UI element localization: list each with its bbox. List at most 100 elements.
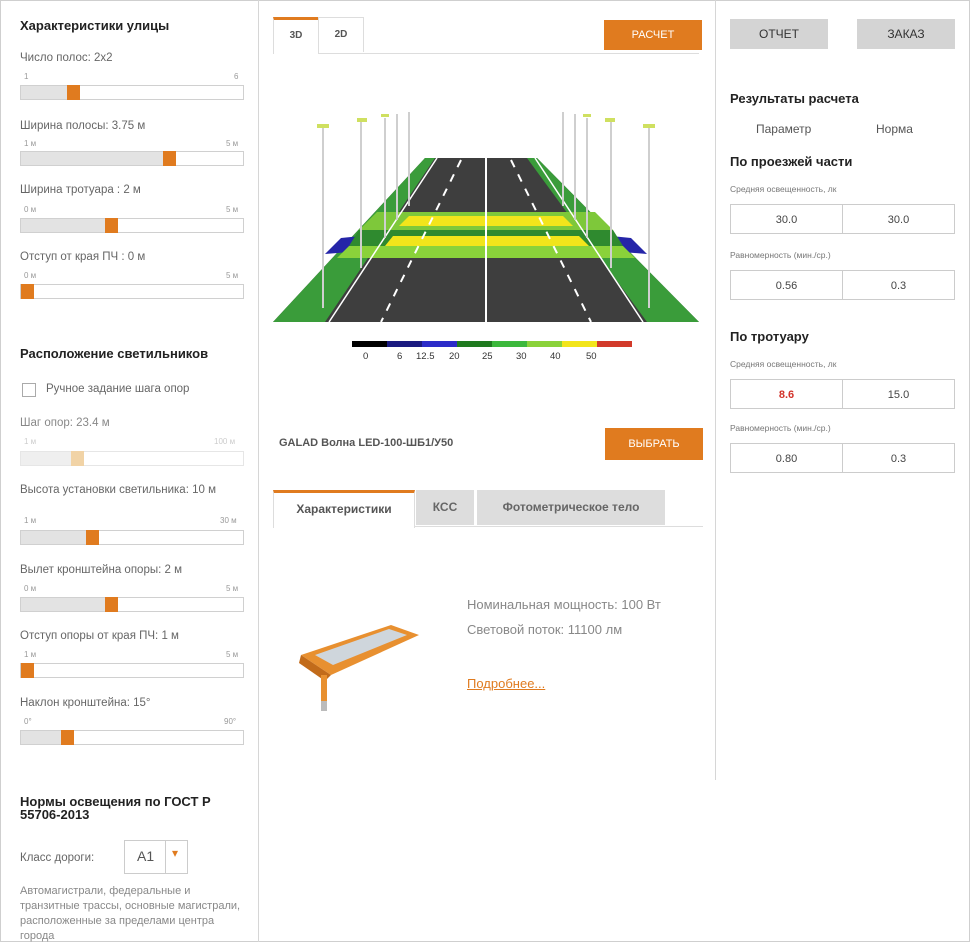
bracket-tilt-slider[interactable] (20, 730, 244, 745)
lane-width-label: Ширина полосы: 3.75 м (20, 120, 146, 132)
slider-fill (21, 219, 111, 232)
street-section-title: Характеристики улицы (20, 18, 170, 33)
road-3d-view[interactable] (273, 108, 699, 322)
select-divider (165, 841, 166, 873)
bracket-reach-slider[interactable] (20, 597, 244, 612)
manual-step-label: Ручное задание шага опор (46, 383, 190, 395)
tab-3d[interactable]: 3D (273, 17, 319, 54)
scale-label: 12.5 (416, 351, 435, 362)
street-parameters-panel: Характеристики улицы Число полос: 2x2 1 … (0, 0, 259, 942)
side-uniformity-norm: 0.3 (842, 443, 955, 473)
calculate-button[interactable]: РАСЧЕТ (604, 20, 702, 50)
scale-segment (527, 341, 562, 347)
road-class-value: A1 (137, 848, 155, 864)
slider-fill (21, 86, 73, 99)
manual-step-checkbox[interactable] (22, 383, 36, 397)
lanes-min: 1 (24, 72, 29, 81)
bracket-tilt-max: 90° (224, 717, 237, 726)
sidewalk-min: 0 м (24, 205, 37, 214)
slider-thumb[interactable] (163, 151, 176, 166)
bracket-tilt-label: Наклон кронштейна: 15° (20, 697, 151, 709)
slider-thumb[interactable] (21, 284, 34, 299)
sidewalk-section-title: По тротуару (730, 329, 809, 344)
slider-thumb[interactable] (21, 663, 34, 678)
mount-height-slider[interactable] (20, 530, 244, 545)
lane-width-slider[interactable] (20, 151, 244, 166)
slider-fill (21, 531, 92, 544)
luminaire-info-tabs: Характеристики КСС Фотометрическое тело (273, 490, 703, 528)
slider-fill (21, 152, 169, 165)
pole-offset-slider[interactable] (20, 663, 244, 678)
road-class-description: Автомагистрали, федеральные и транзитные… (20, 885, 241, 942)
scale-segment (352, 341, 387, 347)
column-parameter: Параметр (756, 122, 812, 136)
luminaire-image (299, 625, 419, 711)
scale-segment (387, 341, 422, 347)
tab-kss[interactable]: КСС (416, 490, 474, 525)
road-class-label: Класс дороги: (20, 852, 95, 864)
road-uniformity-label: Равномерность (мин./ср.) (730, 250, 831, 260)
order-button[interactable]: ЗАКАЗ (857, 19, 955, 49)
side-avg-illuminance-norm: 15.0 (842, 379, 955, 409)
road-avg-illuminance-norm: 30.0 (842, 204, 955, 234)
side-uniformity-value: 0.80 (730, 443, 843, 473)
bracket-tilt-min: 0° (24, 717, 32, 726)
column-norm: Норма (876, 122, 913, 136)
road-avg-illuminance-value: 30.0 (730, 204, 843, 234)
tab-characteristics[interactable]: Характеристики (273, 490, 415, 528)
pole-offset-min: 1 м (24, 650, 37, 659)
results-title: Результаты расчета (730, 91, 859, 106)
scale-segment (457, 341, 492, 347)
tab-2d[interactable]: 2D (318, 17, 364, 52)
side-uniformity-label: Равномерность (мин./ср.) (730, 423, 831, 433)
road-avg-illuminance-label: Средняя освещенность, лк (730, 184, 837, 194)
scale-label: 50 (586, 351, 597, 362)
mount-height-min: 1 м (24, 516, 37, 525)
bracket-reach-max: 5 м (226, 584, 239, 593)
visualization-panel: 3D 2D РАСЧЕТ 0 6 12.5 20 25 30 40 50 GAL… (259, 0, 716, 780)
sidewalk-width-label: Ширина тротуара : 2 м (20, 184, 141, 196)
pole-offset-label: Отступ опоры от края ПЧ: 1 м (20, 630, 179, 642)
side-avg-illuminance-value: 8.6 (730, 379, 843, 409)
road-uniformity-value: 0.56 (730, 270, 843, 300)
slider-fill (21, 452, 77, 465)
pole-step-min: 1 м (24, 437, 37, 446)
scale-label: 25 (482, 351, 493, 362)
slider-thumb[interactable] (86, 530, 99, 545)
scale-segment (492, 341, 527, 347)
lanes-max: 6 (234, 72, 239, 81)
pole-offset-max: 5 м (226, 650, 239, 659)
scale-label: 0 (363, 351, 369, 362)
slider-thumb[interactable] (61, 730, 74, 745)
illuminance-color-scale (352, 341, 632, 347)
mount-height-label: Высота установки светильника: 10 м (20, 484, 216, 496)
lanes-slider[interactable] (20, 85, 244, 100)
scale-label: 6 (397, 351, 403, 362)
bracket-reach-label: Вылет кронштейна опоры: 2 м (20, 564, 182, 576)
edge-offset-slider[interactable] (20, 284, 244, 299)
slider-thumb[interactable] (105, 597, 118, 612)
slider-fill (21, 598, 111, 611)
luminaire-name: GALAD Волна LED-100-ШБ1/У50 (279, 437, 454, 449)
chevron-down-icon[interactable]: ▾ (172, 846, 178, 860)
placement-section-title: Расположение светильников (20, 346, 209, 361)
tab-photometric-body[interactable]: Фотометрическое тело (477, 490, 665, 525)
more-details-link[interactable]: Подробнее... (467, 676, 545, 691)
scale-label: 20 (449, 351, 460, 362)
scale-segment (422, 341, 457, 347)
road-class-select[interactable]: A1 ▾ (124, 840, 188, 874)
sidewalk-width-slider[interactable] (20, 218, 244, 233)
lane-width-min: 1 м (24, 139, 37, 148)
norms-section-title: Нормы освещения по ГОСТ Р 55706-2013 (20, 794, 211, 822)
roadway-section-title: По проезжей части (730, 154, 853, 169)
luminaires (317, 114, 655, 128)
lane-width-max: 5 м (226, 139, 239, 148)
choose-luminaire-button[interactable]: ВЫБРАТЬ (605, 428, 703, 460)
slider-thumb (71, 451, 84, 466)
results-panel: ОТЧЕТ ЗАКАЗ Результаты расчета Параметр … (716, 0, 970, 942)
slider-thumb[interactable] (67, 85, 80, 100)
report-button[interactable]: ОТЧЕТ (730, 19, 828, 49)
slider-thumb[interactable] (105, 218, 118, 233)
luminous-flux: Световой поток: 11100 лм (467, 622, 623, 637)
road-uniformity-norm: 0.3 (842, 270, 955, 300)
